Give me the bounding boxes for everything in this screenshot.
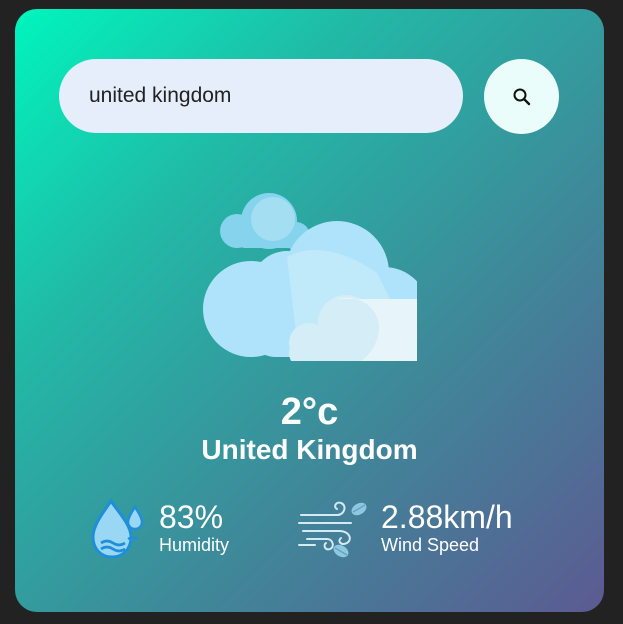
humidity-value: 83%: [159, 499, 224, 535]
wind-detail: 2.88km/h Wind Speed: [297, 497, 513, 559]
weather-card: 2°c United Kingdom 83% Humidity: [15, 9, 604, 612]
city-name: United Kingdom: [201, 434, 418, 465]
humidity-icon: [91, 498, 144, 559]
search-button[interactable]: [484, 59, 559, 134]
wind-icon: [298, 501, 367, 558]
wind-label: Wind Speed: [381, 535, 480, 555]
temperature: 2°c: [280, 391, 339, 433]
humidity-label: Humidity: [159, 535, 230, 555]
clouds-icon: [203, 193, 417, 361]
search-icon: [513, 88, 530, 105]
humidity-detail: 83% Humidity: [87, 497, 229, 559]
search-input[interactable]: [59, 59, 463, 133]
wind-value: 2.88km/h: [381, 499, 513, 535]
